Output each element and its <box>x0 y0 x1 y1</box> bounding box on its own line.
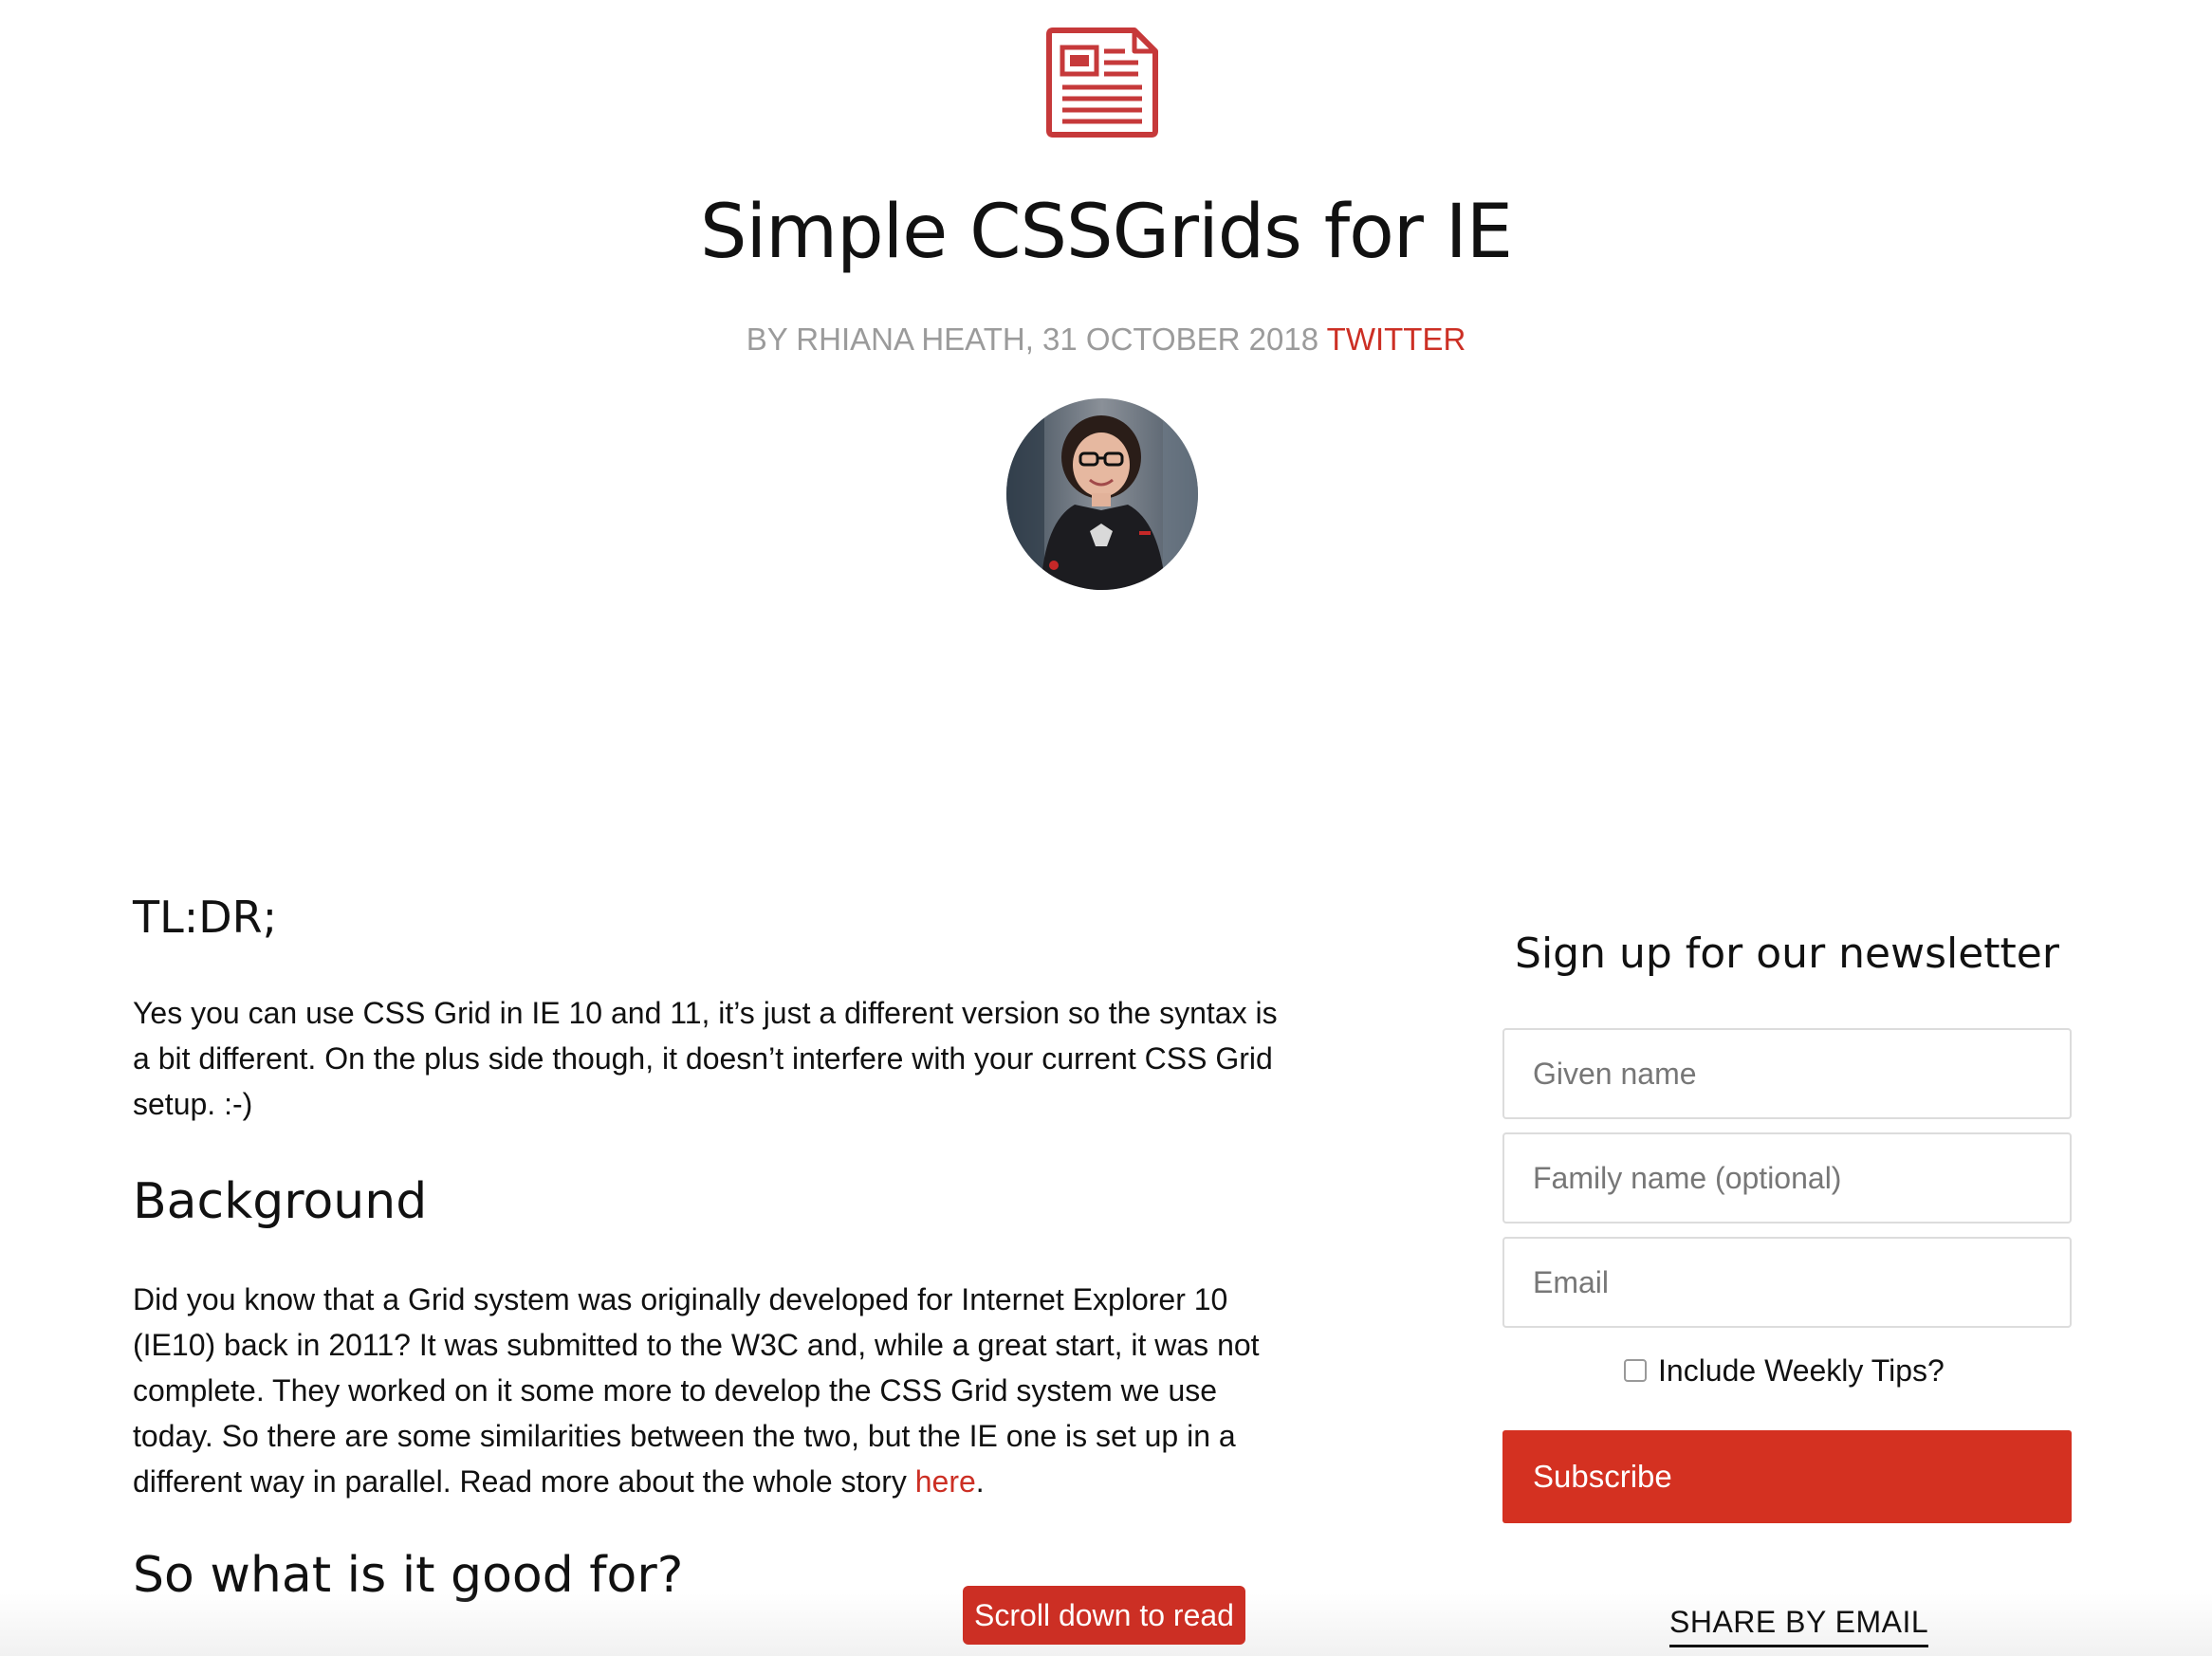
background-paragraph: Did you know that a Grid system was orig… <box>133 1277 1281 1504</box>
tldr-paragraph: Yes you can use CSS Grid in IE 10 and 11… <box>133 996 1278 1121</box>
email-input[interactable] <box>1502 1237 2072 1328</box>
newsletter-title: Sign up for our newsletter <box>1515 929 2059 978</box>
byline-text: BY RHIANA HEATH, 31 OCTOBER 2018 <box>746 322 1319 357</box>
background-period: . <box>975 1464 985 1499</box>
family-name-input[interactable] <box>1502 1132 2072 1224</box>
weekly-tips-label: Include Weekly Tips? <box>1658 1352 1945 1388</box>
weekly-tips-checkbox[interactable] <box>1624 1359 1647 1382</box>
background-heading: Background <box>133 1173 428 1230</box>
background-text: Did you know that a Grid system was orig… <box>133 1282 1260 1499</box>
weekly-tips-option[interactable]: Include Weekly Tips? <box>1624 1352 1945 1389</box>
share-by-email-link[interactable]: SHARE BY EMAIL <box>1669 1601 1929 1647</box>
given-name-input[interactable] <box>1502 1028 2072 1119</box>
newspaper-icon <box>1043 27 1161 138</box>
good-for-heading: So what is it good for? <box>133 1547 684 1604</box>
subscribe-button[interactable]: Subscribe <box>1502 1430 2072 1523</box>
twitter-link[interactable]: TWITTER <box>1327 322 1466 357</box>
here-link[interactable]: here <box>915 1464 976 1499</box>
page-title: Simple CSSGrids for IE <box>699 190 1513 275</box>
byline: BY RHIANA HEATH, 31 OCTOBER 2018 TWITTER <box>0 319 2212 360</box>
tldr-heading: TL:DR; <box>133 892 278 943</box>
author-avatar <box>1006 398 1198 590</box>
scroll-down-button[interactable]: Scroll down to read <box>963 1586 1245 1645</box>
